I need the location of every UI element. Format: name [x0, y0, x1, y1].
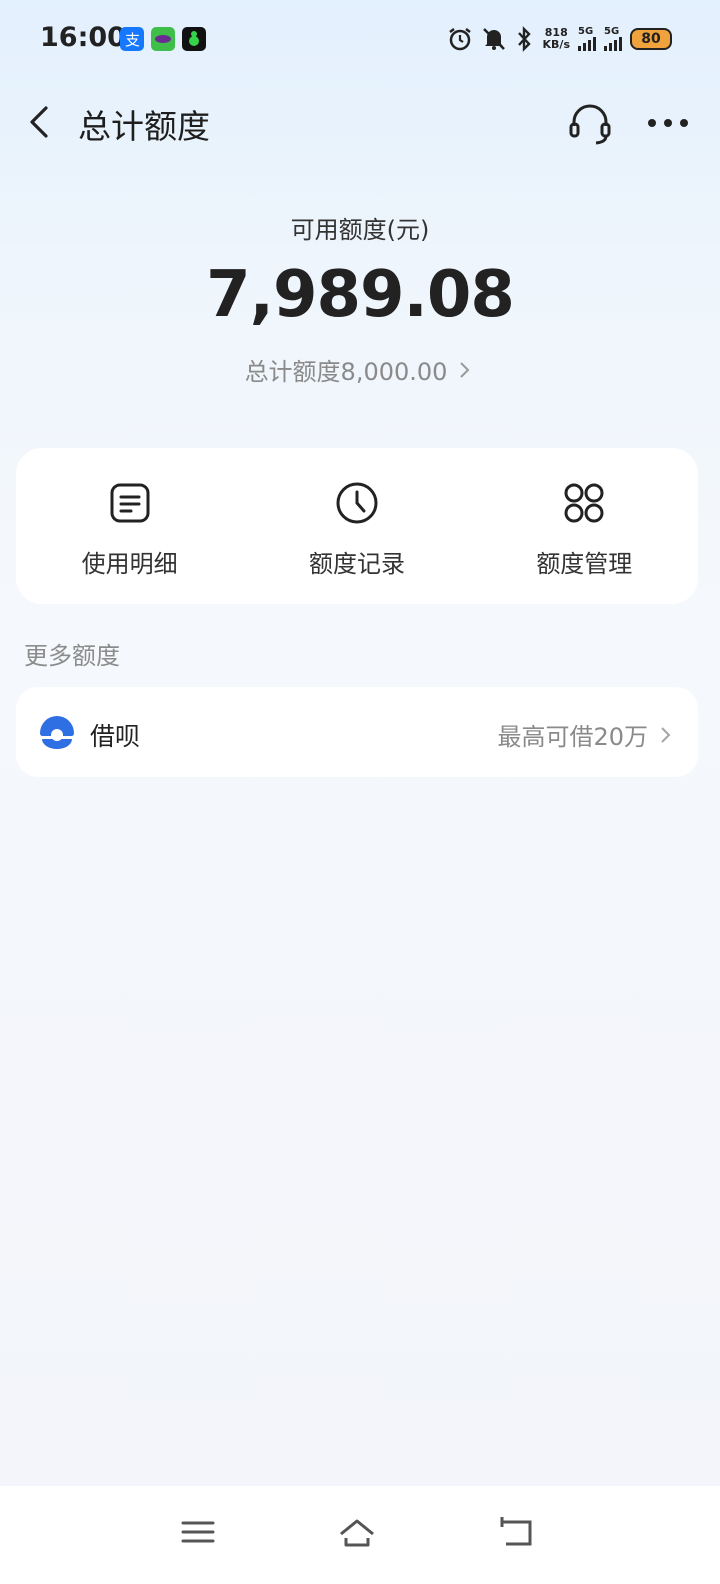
- back-arrow-icon[interactable]: [22, 104, 58, 140]
- chevron-right-icon: [460, 361, 470, 378]
- jiebei-row[interactable]: 借呗 最高可借20万: [16, 687, 698, 777]
- battery-indicator: 80: [630, 28, 672, 50]
- home-nav-icon[interactable]: [337, 1512, 377, 1552]
- available-amount: 7,989.08: [206, 258, 515, 332]
- jiebei-detail: 最高可借20万: [497, 717, 676, 752]
- customer-service-icon[interactable]: [566, 102, 614, 146]
- status-bar: 16:00 支 818 KB/s 5G 5G 80: [0, 0, 720, 80]
- system-nav-bar: [0, 1486, 720, 1584]
- usage-details-button[interactable]: 使用明细: [16, 448, 243, 604]
- more-limits-title: 更多额度: [24, 642, 120, 670]
- available-label: 可用额度(元): [290, 216, 430, 244]
- limit-management-label: 额度管理: [536, 550, 633, 578]
- back-nav-icon[interactable]: [496, 1512, 536, 1552]
- total-limit-text: 总计额度8,000.00: [244, 358, 448, 386]
- mute-icon: [482, 28, 505, 50]
- alipay-icon: 支: [120, 27, 144, 51]
- svg-text:支: 支: [125, 31, 140, 49]
- more-options-icon[interactable]: [644, 108, 692, 138]
- app-icon-2: [151, 27, 175, 51]
- header: 总计额度: [0, 90, 720, 156]
- network-speed: 818 KB/s: [543, 27, 570, 51]
- document-icon: [110, 483, 150, 523]
- jiebei-label: 借呗: [90, 722, 141, 751]
- network-speed-unit: KB/s: [542, 38, 570, 51]
- menu-nav-icon[interactable]: [178, 1512, 218, 1552]
- app-icon-3: [182, 27, 206, 51]
- status-time: 16:00: [40, 22, 126, 53]
- total-limit-link[interactable]: 总计额度8,000.00: [0, 352, 720, 387]
- jiebei-detail-text: 最高可借20万: [497, 723, 648, 751]
- page-title: 总计额度: [78, 107, 210, 146]
- jiebei-icon: [40, 716, 74, 749]
- grid-icon: [564, 483, 604, 523]
- signal-1: 5G: [578, 27, 596, 51]
- clock-icon: [336, 482, 378, 524]
- usage-details-label: 使用明细: [81, 550, 178, 578]
- actions-card: 使用明细 额度记录 额度管理: [16, 448, 698, 604]
- alarm-icon: [448, 28, 471, 51]
- bluetooth-icon: [517, 26, 531, 52]
- limit-records-button[interactable]: 额度记录: [243, 448, 470, 604]
- limit-management-button[interactable]: 额度管理: [471, 448, 698, 604]
- signal-2-label: 5G: [604, 26, 620, 37]
- limit-records-label: 额度记录: [308, 550, 405, 578]
- chevron-right-icon: [661, 726, 671, 743]
- signal-2: 5G: [604, 27, 622, 51]
- signal-1-label: 5G: [578, 26, 594, 37]
